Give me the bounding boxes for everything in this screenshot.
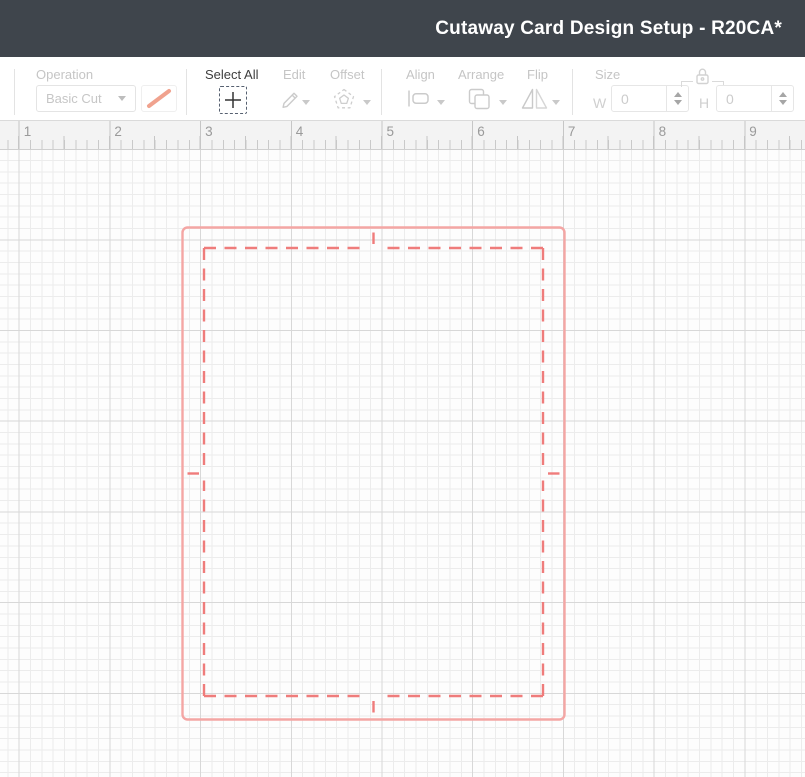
stepper-down-icon — [674, 100, 682, 105]
ruler-number: 4 — [296, 124, 304, 139]
toolbar: Operation Basic Cut Select All Edit Offs… — [0, 57, 805, 120]
select-all-button[interactable] — [219, 86, 247, 114]
ruler-number: 9 — [749, 124, 757, 139]
height-value: 0 — [717, 91, 771, 107]
ruler-number: 5 — [387, 124, 395, 139]
design-canvas[interactable] — [0, 150, 805, 777]
edit-dropdown-caret[interactable] — [302, 100, 310, 105]
stepper-down-icon — [779, 100, 787, 105]
ruler-number: 2 — [114, 124, 122, 139]
height-input[interactable]: 0 — [716, 85, 794, 112]
arrange-label: Arrange — [458, 67, 504, 82]
card-outer-cut-line[interactable] — [183, 228, 565, 720]
ruler-number: 8 — [659, 124, 667, 139]
cutaway-card-shape[interactable] — [0, 150, 805, 777]
lock-icon[interactable] — [694, 66, 711, 87]
flip-icon[interactable] — [521, 88, 548, 110]
width-value: 0 — [612, 91, 666, 107]
flip-dropdown-caret[interactable] — [552, 100, 560, 105]
height-stepper[interactable] — [771, 86, 793, 111]
flip-label: Flip — [527, 67, 548, 82]
card-perforation-lines[interactable] — [204, 248, 543, 696]
align-icon[interactable] — [407, 89, 431, 108]
offset-dropdown-caret[interactable] — [363, 100, 371, 105]
size-label: Size — [595, 67, 620, 82]
operation-dropdown[interactable]: Basic Cut — [36, 85, 136, 112]
align-label: Align — [406, 67, 435, 82]
offset-label: Offset — [330, 67, 364, 82]
height-label: H — [699, 95, 709, 111]
ruler-number: 7 — [568, 124, 576, 139]
stepper-up-icon — [779, 92, 787, 97]
width-label: W — [593, 95, 606, 111]
stepper-up-icon — [674, 92, 682, 97]
offset-icon[interactable] — [332, 87, 356, 111]
width-stepper[interactable] — [666, 86, 688, 111]
pencil-icon[interactable] — [280, 87, 301, 109]
width-input[interactable]: 0 — [611, 85, 689, 112]
operation-color-swatch-button[interactable] — [141, 85, 177, 112]
operation-dropdown-value: Basic Cut — [46, 91, 118, 106]
arrange-icon[interactable] — [466, 87, 492, 112]
align-dropdown-caret[interactable] — [437, 100, 445, 105]
divider — [572, 69, 573, 115]
title-bar: Cutaway Card Design Setup - R20CA* — [0, 0, 805, 57]
card-midpoint-marks — [188, 233, 560, 713]
ruler: 1 2 3 4 5 6 7 8 9 — [0, 120, 805, 150]
edit-label: Edit — [283, 67, 305, 82]
ruler-number: 3 — [205, 124, 213, 139]
page-title: Cutaway Card Design Setup - R20CA* — [435, 18, 782, 40]
ruler-number: 1 — [24, 124, 32, 139]
arrange-dropdown-caret[interactable] — [499, 100, 507, 105]
ruler-number: 6 — [477, 124, 485, 139]
color-swatch-icon — [142, 86, 176, 111]
lock-link-left — [681, 81, 693, 87]
plus-selection-icon — [224, 91, 242, 109]
operation-label: Operation — [36, 67, 93, 82]
divider — [186, 69, 187, 115]
divider — [14, 69, 15, 115]
select-all-label: Select All — [205, 67, 258, 82]
divider — [381, 69, 382, 115]
chevron-down-icon — [118, 96, 126, 101]
